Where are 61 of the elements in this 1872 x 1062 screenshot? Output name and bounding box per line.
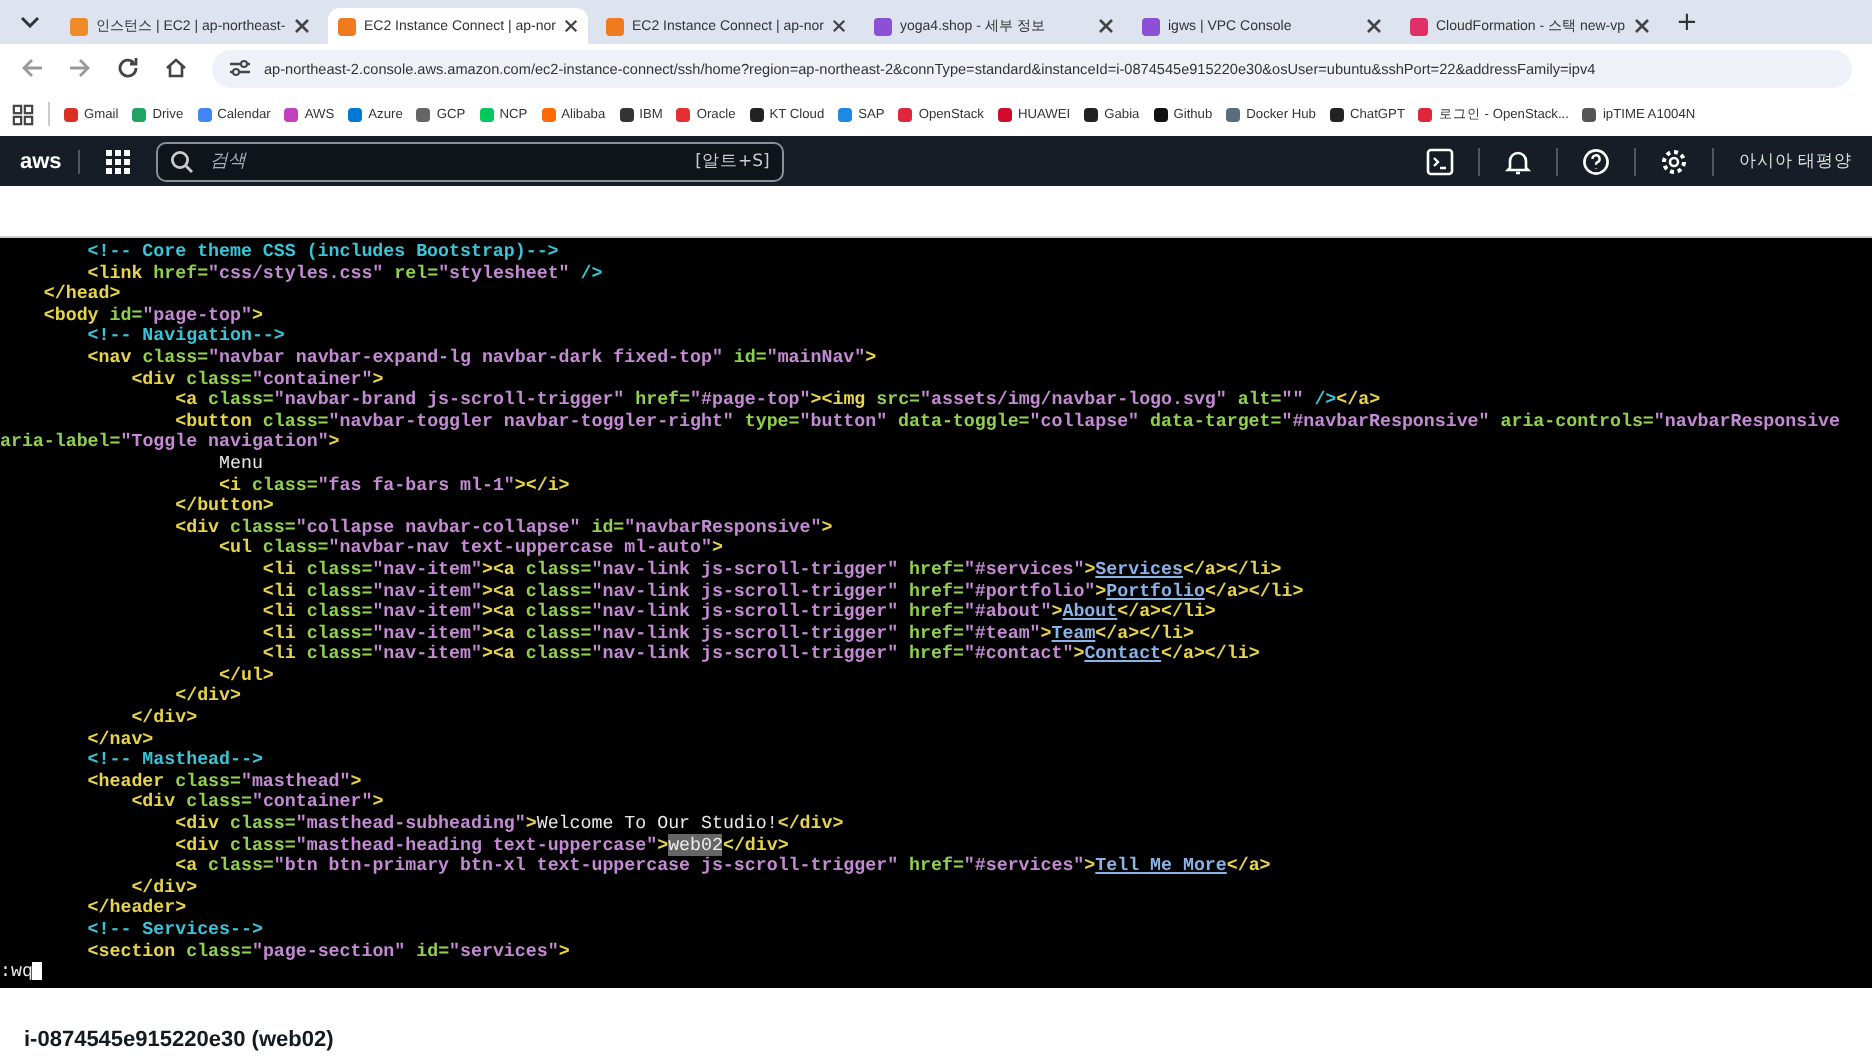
code-line: <button class="navbar-toggler navbar-toggler-right" type="button" data-toggle="collapse" data-target="#navbarResponsive" aria-controls="navbarResponsive (173, 411, 1840, 432)
code-line: <body id="page-top"> (41, 305, 263, 326)
reload-icon[interactable] (116, 56, 140, 80)
code-line: <li class="nav-item"><a class="nav-link js-scroll-trigger" href="#services">Services</a></li> (260, 559, 1282, 581)
aws-logo[interactable]: aws (20, 149, 80, 173)
code-line: <div class="collapse navbar-collapse" id="navbarResponsive"> (173, 517, 833, 538)
bell-icon[interactable] (1504, 147, 1533, 175)
help-icon[interactable] (1582, 147, 1611, 175)
code-line: <div class="container"> (129, 792, 384, 814)
close-icon[interactable] (1366, 18, 1382, 34)
code-line: aria-label="Toggle navigation"> (0, 432, 340, 454)
shortcut-hint: [알트+S] (695, 149, 770, 173)
code-line: <li class="nav-item"><a class="nav-link js-scroll-trigger" href="#portfolio">Portfolio</a></li> (260, 581, 1304, 602)
code-line: <!-- Services--> (85, 920, 263, 942)
code-line: <div class="masthead-subheading">Welcome To Our Studio!</div> (173, 814, 844, 836)
code-line: <li class="nav-item"><a class="nav-link js-scroll-trigger" href="#about">About</a></li> (260, 602, 1216, 624)
code-line: <section class="page-section" id="services"> (85, 941, 570, 963)
code-line: <li class="nav-item"><a class="nav-link js-scroll-trigger" href="#team">Team</a></li> (260, 623, 1194, 644)
command-line: :wq (0, 962, 43, 984)
code-line: </nav> (85, 729, 154, 750)
code-line: </head> (41, 284, 121, 306)
close-icon[interactable] (831, 18, 846, 34)
region-selector[interactable]: 아시아 태평양 (1738, 149, 1852, 173)
code-line: <header class="masthead"> (85, 771, 362, 792)
code-line: <div class="container"> (129, 369, 384, 390)
services-grid-icon[interactable] (103, 147, 132, 175)
apps-grid-icon[interactable] (12, 103, 34, 125)
code-line: <i class="fas fa-bars ml-1"></i> (217, 475, 570, 496)
forward-arrow-icon[interactable] (68, 56, 92, 80)
close-icon[interactable] (1098, 18, 1114, 34)
code-line: <!-- Core theme CSS (includes Bootstrap)--> (85, 242, 559, 264)
code-line: </div> (129, 708, 198, 730)
search-input[interactable]: 검색 (205, 149, 684, 173)
code-line: <!-- Navigation--> (85, 326, 285, 348)
tab-list-chevron-icon[interactable] (20, 16, 40, 28)
instance-title: i-0874545e915220e30 (web02) (24, 1028, 334, 1052)
close-icon[interactable] (294, 18, 310, 34)
code-line: <a class="navbar-brand js-scroll-trigger" href="#page-top"><img src="assets/img/navbar-logo.svg" alt="" /></a> (173, 390, 1381, 412)
code-line: <link href="css/styles.css" rel="stylesheet" /> (85, 263, 603, 284)
code-line: <div class="masthead-heading text-uppercase">web02</div> (173, 835, 789, 856)
site-settings-icon[interactable] (228, 58, 252, 78)
new-tab-button[interactable]: + (1668, 7, 1706, 37)
code-line: <nav class="navbar navbar-expand-lg navbar-dark fixed-top" id="mainNav"> (85, 347, 877, 370)
code-line: <li class="nav-item"><a class="nav-link js-scroll-trigger" href="#contact">Contact</a></li> (260, 644, 1260, 666)
search-field[interactable]: 검색 [알트+S] (155, 141, 784, 181)
close-icon[interactable] (563, 18, 578, 34)
code-line: <ul class="navbar-nav text-uppercase ml-auto"> (217, 538, 723, 560)
home-icon[interactable] (164, 56, 188, 80)
back-arrow-icon[interactable] (20, 56, 44, 80)
code-line: Menu (217, 453, 263, 476)
code-line: </ul> (217, 665, 274, 686)
close-icon[interactable] (1634, 18, 1650, 34)
code-line: </div> (129, 877, 198, 898)
terminal-icon[interactable] (1426, 147, 1455, 175)
settings-icon[interactable] (1660, 147, 1689, 175)
code-line: <!-- Masthead--> (85, 750, 263, 772)
code-line: </button> (173, 496, 274, 518)
code-line: </header> (85, 898, 187, 920)
code-line: </div> (173, 686, 241, 708)
code-line: <a class="btn btn-primary btn-xl text-uppercase js-scroll-trigger" href="#services">Tell Me More</a> (173, 856, 1271, 878)
search-icon (169, 149, 194, 173)
